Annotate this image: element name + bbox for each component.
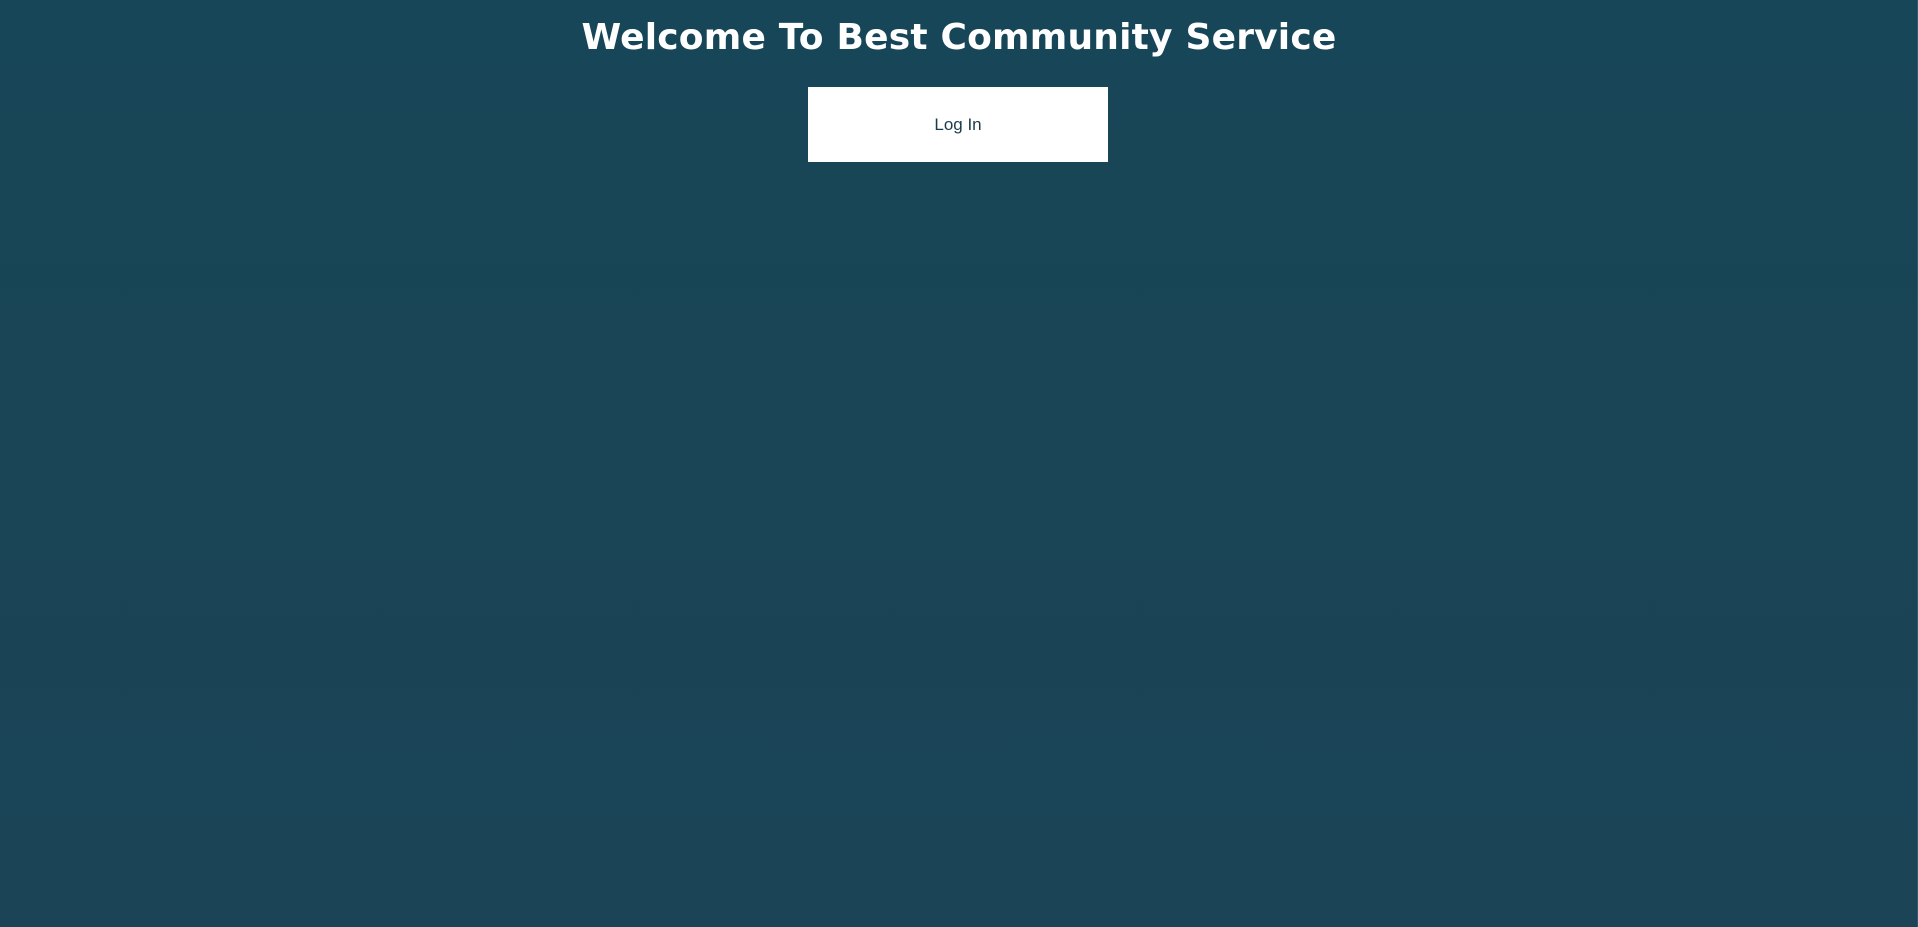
login-button[interactable]: Log In xyxy=(808,87,1108,162)
page-title: Welcome To Best Community Service xyxy=(581,17,1337,58)
landing-page: Welcome To Best Community Service Log In xyxy=(0,0,1918,927)
